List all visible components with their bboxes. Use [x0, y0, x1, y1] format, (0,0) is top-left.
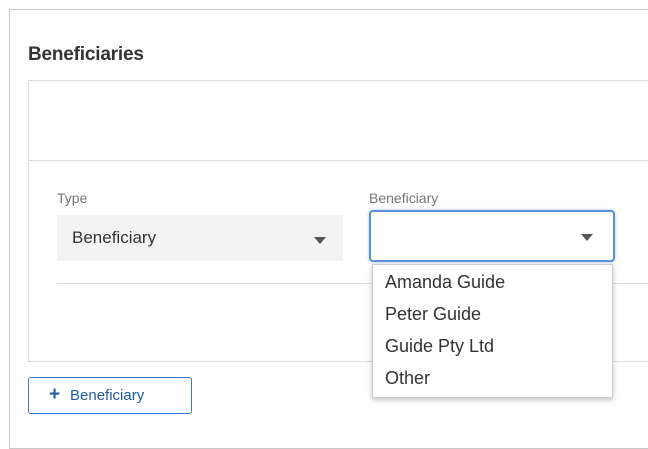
- dropdown-option-other[interactable]: Other: [385, 368, 430, 389]
- dropdown-option-peter-guide[interactable]: Peter Guide: [385, 304, 481, 325]
- add-beneficiary-button[interactable]: + Beneficiary: [28, 377, 192, 414]
- plus-icon: +: [49, 384, 61, 405]
- chevron-down-icon: [314, 237, 326, 244]
- add-beneficiary-label: Beneficiary: [70, 387, 145, 404]
- beneficiary-field-label: Beneficiary: [369, 190, 439, 206]
- chevron-down-icon: [581, 234, 593, 241]
- type-field-label: Type: [57, 190, 88, 206]
- dropdown-option-amanda-guide[interactable]: Amanda Guide: [385, 272, 505, 293]
- type-select-value: Beneficiary: [72, 228, 157, 247]
- panel-divider: [28, 160, 648, 161]
- beneficiary-select[interactable]: [369, 210, 615, 262]
- beneficiary-dropdown-menu: Amanda Guide Peter Guide Guide Pty Ltd O…: [372, 264, 613, 398]
- type-select[interactable]: Beneficiary: [57, 215, 343, 261]
- section-title: Beneficiaries: [28, 44, 144, 65]
- dropdown-option-guide-pty-ltd[interactable]: Guide Pty Ltd: [385, 336, 494, 357]
